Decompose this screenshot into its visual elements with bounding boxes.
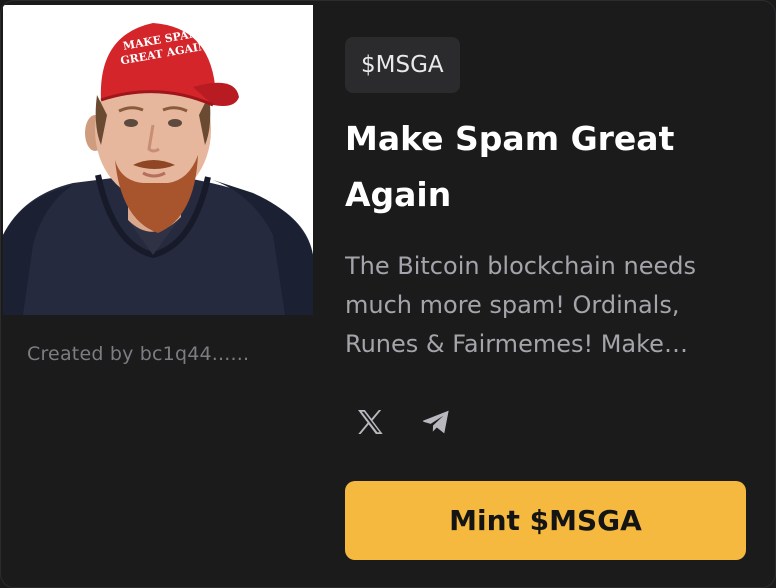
token-card: MAKE SPAM GREAT AGAIN Created by bc1q44.…	[0, 0, 776, 588]
mint-button[interactable]: Mint $MSGA	[345, 481, 746, 560]
telegram-link[interactable]	[419, 405, 453, 439]
person-portrait: MAKE SPAM GREAT AGAIN	[3, 23, 313, 315]
token-description: The Bitcoin blockchain needs much more s…	[345, 252, 696, 358]
token-title: Make Spam Great Again	[345, 119, 675, 214]
creator-address[interactable]: Created by bc1q44......	[27, 343, 249, 365]
token-image[interactable]: MAKE SPAM GREAT AGAIN	[3, 5, 313, 315]
x-logo-icon	[358, 410, 383, 434]
telegram-icon	[422, 410, 449, 434]
social-links	[353, 405, 453, 439]
ticker-badge: $MSGA	[345, 37, 460, 93]
x-link[interactable]	[353, 405, 387, 439]
